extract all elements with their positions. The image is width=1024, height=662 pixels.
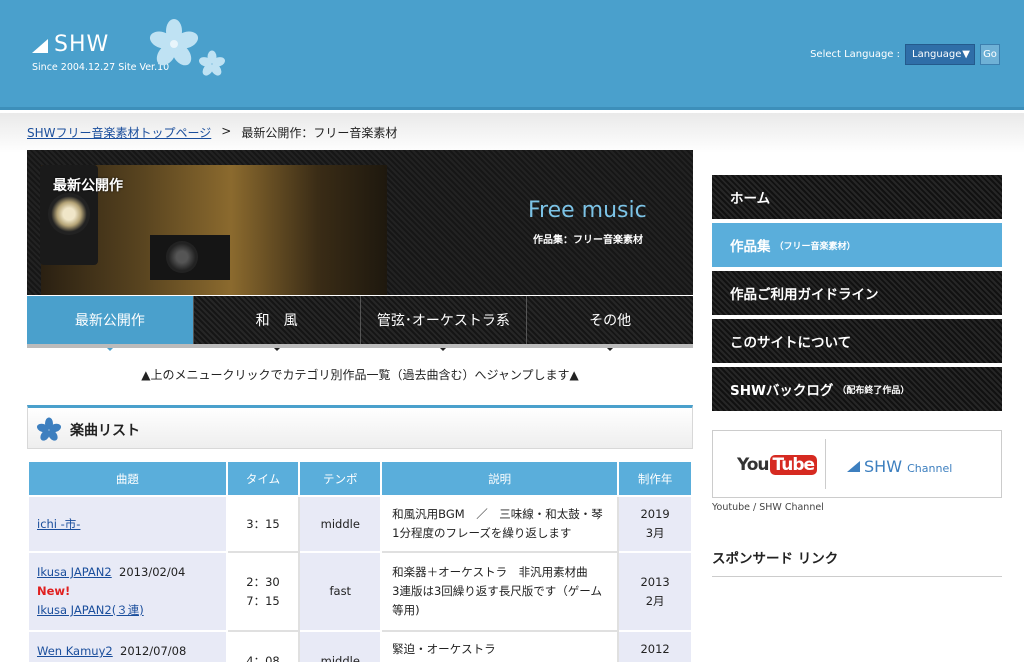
tab-underline	[27, 344, 693, 348]
youtube-logo-you: You	[737, 455, 770, 475]
flower-icon	[36, 417, 62, 441]
cell-description: 緊迫・オーケストラ	[380, 630, 620, 662]
logo-triangle-icon	[847, 461, 860, 472]
site-logo[interactable]: SHW	[32, 32, 109, 57]
time-value: 2：30	[246, 574, 280, 589]
table-row: ichi -市- 3：15 middle 和風汎用BGM ／ 三味線・和太鼓・琴…	[27, 495, 693, 553]
banner-subtitle: 作品集：フリー音楽素材	[533, 235, 643, 246]
table-row: Wen Kamuy2 2012/07/08 4：08 middle 緊迫・オーケ…	[27, 630, 693, 662]
shw-channel-logo: SHW Channel	[847, 457, 952, 476]
cell-title: Wen Kamuy2 2012/07/08	[27, 630, 228, 662]
language-value: Language	[912, 49, 962, 60]
cell-year: 2012	[617, 630, 693, 662]
cell-description: 和楽器＋オーケストラ 非汎用素材曲 3連版は3回繰り返す長尺版です（ゲーム 等用…	[380, 551, 620, 632]
cell-year: 2013 2月	[617, 551, 693, 632]
shw-channel-name: SHW	[864, 457, 903, 476]
language-dropdown[interactable]: Language ▼	[905, 44, 975, 65]
description-line: 和風汎用BGM ／ 三味線・和太鼓・琴	[392, 507, 603, 521]
chevron-down-icon: ▼	[962, 49, 970, 60]
time-value: 7：15	[246, 593, 280, 608]
language-label: Select Language :	[810, 49, 900, 60]
sidebar-item-works[interactable]: 作品集 （フリー音楽素材）	[712, 223, 1002, 267]
month-value: 3月	[645, 526, 665, 540]
description-line: 等用)	[392, 603, 420, 617]
description-line: 1分程度のフレーズを繰り返します	[392, 526, 572, 540]
shw-channel-suffix: Channel	[907, 462, 953, 475]
banner-label: 最新公開作	[53, 178, 123, 194]
tab-latest[interactable]: 最新公開作	[27, 296, 193, 351]
logo-text: SHW	[54, 32, 110, 57]
music-table: 曲題 タイム テンポ 説明 制作年 ichi -市- 3：15 middle 和…	[27, 460, 693, 662]
cell-year: 2019 3月	[617, 495, 693, 553]
cell-tempo: middle	[298, 630, 383, 662]
description-line: 和楽器＋オーケストラ 非汎用素材曲	[392, 565, 588, 579]
tab-other[interactable]: その他	[526, 296, 693, 351]
language-go-button[interactable]: Go	[980, 44, 1000, 65]
breadcrumb-home-link[interactable]: SHWフリー音楽素材トップページ	[27, 124, 211, 141]
cell-description: 和風汎用BGM ／ 三味線・和太鼓・琴 1分程度のフレーズを繰り返します	[380, 495, 620, 553]
header-year: 制作年	[617, 460, 693, 497]
section-heading: 楽曲リスト	[27, 405, 693, 449]
cell-time: 2：30 7：15	[225, 551, 301, 632]
sidebar-menu: ホーム 作品集 （フリー音楽素材） 作品ご利用ガイドライン このサイトについて S…	[712, 175, 1002, 415]
tab-orchestra[interactable]: 管弦･オーケストラ系	[359, 296, 527, 351]
cell-time: 4：08	[225, 630, 301, 662]
cell-title: Ikusa JAPAN2 2013/02/04 New! Ikusa JAPAN…	[27, 551, 228, 632]
breadcrumb-current: 最新公開作：フリー音楽素材	[241, 126, 398, 140]
cell-title: ichi -市-	[27, 495, 228, 553]
description-line: 3連版は3回繰り返す長尺版です（ゲーム	[392, 584, 602, 598]
cell-tempo: fast	[298, 551, 383, 632]
youtube-logo: You Tube	[737, 455, 818, 475]
new-badge: New!	[37, 584, 71, 598]
sponsor-heading: スポンサード リンク	[712, 547, 1002, 577]
track-link[interactable]: Wen Kamuy2	[37, 644, 113, 658]
site-header: SHW Since 2004.12.27 Site Ver.10 Select …	[0, 0, 1024, 110]
language-selector: Select Language : Language ▼ Go	[810, 44, 1000, 65]
sidebar-item-note: （配布終了作品）	[837, 385, 910, 396]
table-row: Ikusa JAPAN2 2013/02/04 New! Ikusa JAPAN…	[27, 551, 693, 632]
sidebar-item-home[interactable]: ホーム	[712, 175, 1002, 219]
divider	[825, 439, 826, 489]
header-tempo: テンポ	[298, 460, 383, 497]
youtube-logo-tube: Tube	[769, 455, 818, 475]
track-link-triplet[interactable]: Ikusa JAPAN2(３連)	[37, 603, 144, 617]
youtube-channel-banner[interactable]: You Tube SHW Channel	[712, 430, 1002, 498]
breadcrumb: SHWフリー音楽素材トップページ > 最新公開作：フリー音楽素材	[27, 124, 397, 141]
logo-triangle-icon	[32, 39, 48, 53]
sidebar-item-backlog[interactable]: SHWバックログ （配布終了作品）	[712, 367, 1002, 411]
jump-note: ▲上のメニュークリックでカテゴリ別作品一覧（過去曲含む）へジャンプします▲	[141, 368, 579, 382]
year-value: 2019	[640, 507, 670, 521]
description-line: 緊迫・オーケストラ	[392, 642, 496, 656]
banner-title: Free music	[528, 198, 647, 223]
sidebar-item-label: SHWバックログ	[730, 383, 834, 399]
track-link[interactable]: ichi -市-	[37, 517, 80, 531]
flower-icon	[149, 19, 199, 66]
header-title: 曲題	[27, 460, 228, 497]
cell-time: 3：15	[225, 495, 301, 553]
sidebar-item-label: 作品集	[730, 239, 771, 255]
sidebar-item-label: 作品ご利用ガイドライン	[730, 287, 879, 303]
breadcrumb-separator: >	[221, 124, 232, 138]
sidebar-item-label: このサイトについて	[730, 335, 852, 351]
sidebar-item-label: ホーム	[730, 191, 771, 207]
tab-japanese[interactable]: 和 風	[192, 296, 360, 351]
year-value: 2012	[640, 642, 670, 656]
category-tabs: 最新公開作 和 風 管弦･オーケストラ系 その他	[27, 296, 693, 351]
cell-tempo: middle	[298, 495, 383, 553]
track-date: 2013/02/04	[119, 565, 186, 579]
youtube-caption: Youtube / SHW Channel	[712, 502, 824, 513]
section-title: 楽曲リスト	[70, 423, 140, 439]
header-description: 説明	[380, 460, 620, 497]
sidebar-item-note: （フリー音楽素材）	[774, 241, 856, 252]
track-link[interactable]: Ikusa JAPAN2	[37, 565, 112, 579]
year-value: 2013	[640, 574, 670, 589]
small-flower-icon	[199, 50, 225, 76]
month-value: 2月	[645, 593, 665, 608]
track-date: 2012/07/08	[120, 644, 187, 658]
sidebar-item-about[interactable]: このサイトについて	[712, 319, 1002, 363]
speaker-image-small	[150, 235, 230, 280]
header-time: タイム	[225, 460, 301, 497]
table-header-row: 曲題 タイム テンポ 説明 制作年	[27, 460, 693, 497]
sidebar-item-guidelines[interactable]: 作品ご利用ガイドライン	[712, 271, 1002, 315]
